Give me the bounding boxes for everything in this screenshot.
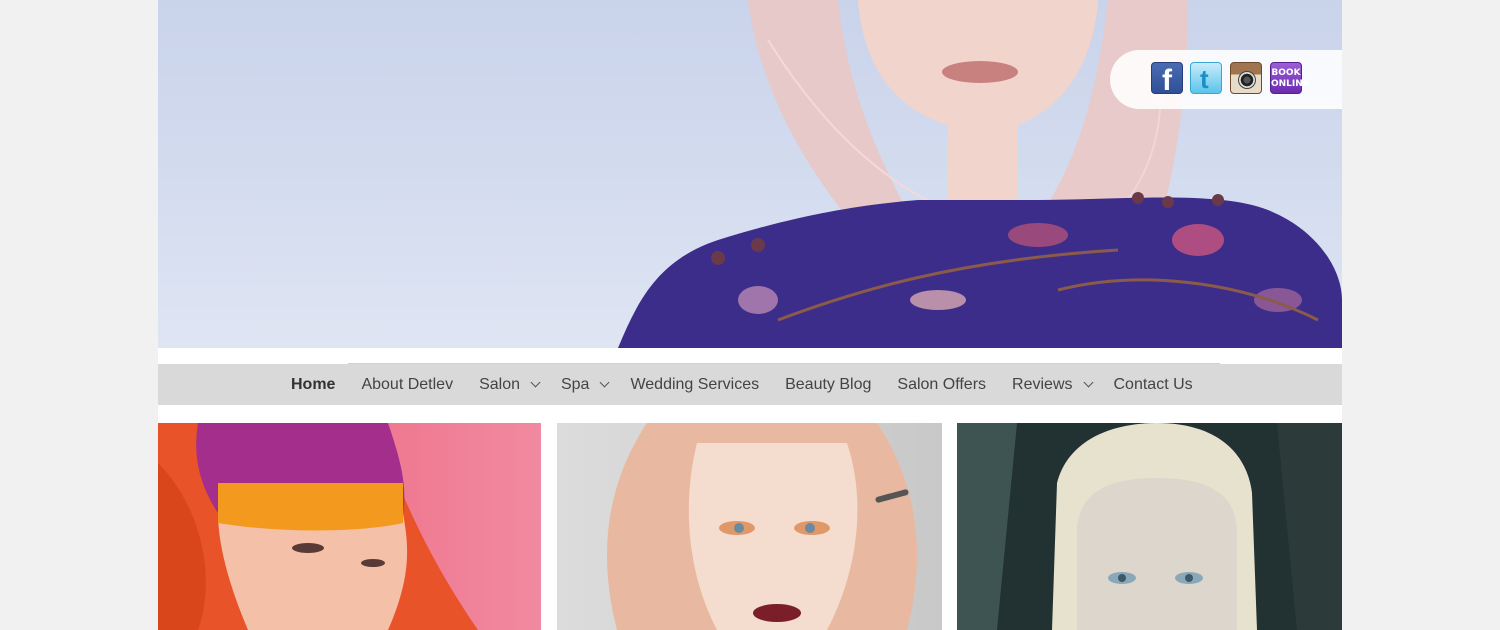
main-navigation: Home About Detlev Salon Spa Wedding Serv… — [158, 364, 1342, 405]
facebook-icon[interactable]: f — [1151, 62, 1183, 97]
gallery-tile-orange-hair[interactable] — [158, 423, 541, 630]
camera-lens — [1238, 71, 1256, 89]
nav-item-salon-offers[interactable]: Salon Offers — [897, 376, 986, 394]
nav-item-salon[interactable]: Salon — [479, 375, 541, 394]
nav-label: Beauty Blog — [785, 375, 872, 393]
book-online-line2: ONLINE — [1271, 79, 1309, 89]
twitter-glyph: t — [1200, 64, 1209, 94]
nav-item-home[interactable]: Home — [291, 376, 335, 394]
gallery-tile-platinum-hair[interactable] — [957, 423, 1342, 630]
nav-item-beauty-blog[interactable]: Beauty Blog — [785, 376, 871, 394]
twitter-icon[interactable]: t — [1190, 62, 1222, 94]
nav-label: Spa — [560, 375, 590, 393]
nav-item-wedding-services[interactable]: Wedding Services — [630, 376, 759, 394]
hero-banner-image: f t BOOK ONLINE — [158, 0, 1342, 348]
nav-item-about-detlev[interactable]: About Detlev — [361, 376, 453, 394]
nav-item-contact-us[interactable]: Contact Us — [1114, 376, 1193, 394]
nav-label: Home — [291, 375, 336, 393]
nav-label: Salon Offers — [897, 375, 987, 393]
nav-label: Reviews — [1012, 375, 1073, 393]
instagram-icon[interactable] — [1230, 62, 1262, 94]
gallery-tile-blonde-hair[interactable] — [557, 423, 942, 630]
chevron-down-icon — [530, 377, 541, 388]
chevron-down-icon — [1083, 377, 1093, 388]
chevron-down-icon — [600, 377, 610, 388]
nav-label: Salon — [479, 375, 520, 393]
page-container: f t BOOK ONLINE Home About Detlev Salon … — [158, 0, 1342, 630]
nav-label: Wedding Services — [630, 375, 760, 393]
nav-item-spa[interactable]: Spa — [560, 375, 610, 394]
nav-item-reviews[interactable]: Reviews — [1012, 375, 1093, 394]
book-online-line1: BOOK — [1271, 68, 1301, 78]
nav-label: Contact Us — [1113, 375, 1193, 393]
social-icons-bar: f t BOOK ONLINE — [1110, 50, 1342, 109]
nav-label: About Detlev — [361, 375, 454, 393]
book-online-icon[interactable]: BOOK ONLINE — [1270, 62, 1309, 94]
facebook-glyph: f — [1162, 64, 1172, 97]
